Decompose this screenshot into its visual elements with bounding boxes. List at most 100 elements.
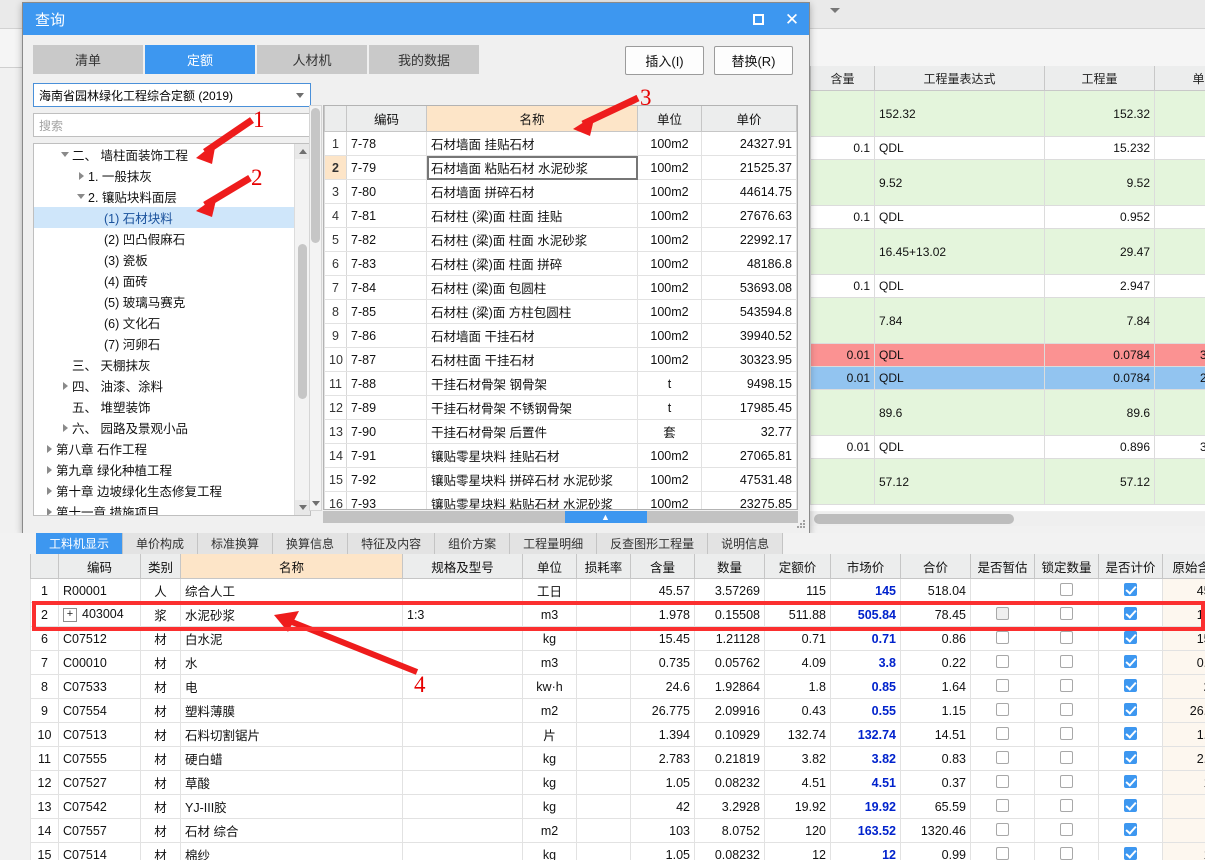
resource-loss-rate[interactable] — [576, 794, 631, 819]
bg-qty-expression[interactable]: 7.84 — [874, 297, 1045, 344]
quota-code[interactable]: 7-80 — [346, 179, 427, 204]
resource-original-content[interactable]: 26.775 — [1162, 698, 1205, 723]
bg-unit-price[interactable]: 8478.69 — [1154, 274, 1205, 298]
bg-quantity[interactable]: 15.232 — [1044, 136, 1155, 160]
quota-price[interactable]: 48186.8 — [701, 251, 797, 276]
resource-row[interactable]: 9 C07554 材塑料薄膜 m2 26.775 2.09916 0.43 0.55 1.15 2… — [30, 698, 1205, 723]
resource-loss-rate[interactable] — [576, 722, 631, 747]
resource-spec[interactable] — [402, 842, 523, 860]
quota-price[interactable]: 24327.91 — [701, 131, 797, 156]
resource-quantity[interactable]: 1.21128 — [694, 626, 765, 651]
resource-quantity[interactable]: 8.0752 — [694, 818, 765, 843]
lock-quantity-checkbox[interactable] — [1034, 746, 1099, 771]
tree-node-9[interactable]: (7) 河卵石 — [34, 333, 294, 354]
quota-row[interactable]: 3 7-80 石材墙面 拼碎石材 100m2 44614.75 — [324, 179, 797, 204]
bg-quantity[interactable]: 0.952 — [1044, 205, 1155, 229]
is-priced-checkbox[interactable] — [1098, 578, 1163, 603]
resource-spec[interactable] — [402, 746, 523, 771]
quota-row[interactable]: 6 7-83 石材柱 (梁)面 柱面 拼碎 100m2 48186.8 — [324, 251, 797, 276]
checkbox-checked-icon[interactable] — [1124, 846, 1137, 860]
quota-row[interactable]: 4 7-81 石材柱 (梁)面 柱面 挂贴 100m2 27676.63 — [324, 203, 797, 228]
resource-quota-price[interactable]: 1.8 — [764, 674, 831, 699]
tree-node-3[interactable]: (1) 石材块料 — [34, 207, 294, 228]
checkbox-icon[interactable] — [1060, 846, 1073, 860]
checkbox-checked-icon[interactable] — [1124, 774, 1137, 788]
bg-qty-expression[interactable]: 9.52 — [874, 159, 1045, 206]
is-priced-checkbox[interactable] — [1098, 674, 1163, 699]
res-col-9[interactable]: 定额价 — [764, 554, 831, 579]
resource-unit[interactable]: kg — [522, 770, 577, 795]
lock-quantity-checkbox[interactable] — [1034, 818, 1099, 843]
resource-original-content[interactable]: 1.05 — [1162, 770, 1205, 795]
provisional-checkbox[interactable] — [970, 722, 1035, 747]
bg-quantity[interactable]: 2.947 — [1044, 274, 1155, 298]
bg-unit-price[interactable] — [1154, 159, 1205, 206]
resource-unit[interactable]: m3 — [522, 650, 577, 675]
lock-quantity-checkbox[interactable] — [1034, 674, 1099, 699]
tree-node-2[interactable]: 2. 镶贴块料面层 — [34, 186, 294, 207]
checkbox-icon[interactable] — [996, 798, 1009, 812]
bg-content-qty[interactable]: 0.1 — [810, 136, 875, 160]
scroll-up-icon[interactable] — [295, 144, 310, 159]
row-index[interactable]: 11 — [324, 371, 347, 396]
res-col-13[interactable]: 锁定数量 — [1034, 554, 1099, 579]
quota-code[interactable]: 7-83 — [346, 251, 427, 276]
resource-original-content[interactable]: 1.978 — [1162, 602, 1205, 627]
dialog-tab-0[interactable]: 清单 — [33, 45, 143, 74]
bg-content-qty[interactable] — [810, 389, 875, 436]
scroll-down-icon[interactable] — [295, 500, 310, 515]
resource-total-price[interactable]: 65.59 — [900, 794, 971, 819]
resource-quota-price[interactable]: 12 — [764, 842, 831, 860]
resource-code[interactable]: C07557 — [58, 818, 141, 843]
bg-row[interactable]: 9.52 9.52 — [810, 159, 1205, 206]
quota-price[interactable]: 30323.95 — [701, 347, 797, 372]
resource-spec[interactable] — [402, 674, 523, 699]
checkbox-icon[interactable] — [1060, 702, 1073, 716]
checkbox-checked-icon[interactable] — [1124, 750, 1137, 764]
resource-market-price[interactable]: 3.82 — [830, 746, 901, 771]
provisional-checkbox[interactable] — [970, 794, 1035, 819]
checkbox-icon[interactable] — [996, 678, 1009, 692]
resource-row[interactable]: 11C07555材硬白蜡kg2.7830.218193.823.820.832.… — [30, 746, 1205, 771]
quota-unit[interactable]: 100m2 — [637, 443, 702, 468]
bottom-tab-0[interactable]: 工料机显示 — [36, 533, 124, 554]
standard-library-select[interactable]: 海南省园林绿化工程综合定额 (2019) — [33, 83, 311, 107]
bg-row[interactable]: 89.6 89.6 — [810, 389, 1205, 436]
dialog-resize-grip[interactable] — [796, 520, 806, 530]
resource-name[interactable]: 草酸 — [180, 770, 403, 795]
res-col-3[interactable]: 名称 — [180, 554, 403, 579]
lock-quantity-checkbox[interactable] — [1034, 626, 1099, 651]
quota-unit[interactable]: 100m2 — [637, 275, 702, 300]
quota-price[interactable]: 543594.8 — [701, 299, 797, 324]
tree-node-10[interactable]: 三、 天棚抹灰 — [34, 354, 294, 375]
res-col-11[interactable]: 合价 — [900, 554, 971, 579]
resource-category[interactable]: 材 — [140, 626, 181, 651]
quota-col-0[interactable] — [324, 106, 347, 132]
resource-category[interactable]: 浆 — [140, 602, 181, 627]
checkbox-icon[interactable] — [1060, 582, 1073, 596]
quota-row[interactable]: 10 7-87 石材柱面 干挂石材 100m2 30323.95 — [324, 347, 797, 372]
resource-content[interactable]: 45.57 — [630, 578, 695, 603]
res-col-2[interactable]: 类别 — [140, 554, 181, 579]
resource-category[interactable]: 材 — [140, 770, 181, 795]
resource-quota-price[interactable]: 4.51 — [764, 770, 831, 795]
resource-original-content[interactable]: 1.394 — [1162, 722, 1205, 747]
resource-name[interactable]: 综合人工 — [180, 578, 403, 603]
dialog-tab-3[interactable]: 我的数据 — [369, 45, 479, 74]
quota-code[interactable]: 7-93 — [346, 491, 427, 509]
provisional-checkbox[interactable] — [970, 842, 1035, 860]
resource-content[interactable]: 2.783 — [630, 746, 695, 771]
bg-col-0[interactable]: 含量 — [810, 66, 875, 91]
resource-name[interactable]: 石材 综合 — [180, 818, 403, 843]
resource-code[interactable]: C07512 — [58, 626, 141, 651]
resource-name[interactable]: 水 — [180, 650, 403, 675]
resource-unit[interactable]: kw·h — [522, 674, 577, 699]
bg-row[interactable]: 0.1QDL2.9478478.6924 — [810, 274, 1205, 298]
resource-quantity[interactable]: 0.05762 — [694, 650, 765, 675]
bg-quantity[interactable]: 0.0784 — [1044, 343, 1155, 367]
resource-code[interactable]: +403004 — [58, 602, 141, 627]
quota-col-1[interactable]: 编码 — [346, 106, 427, 132]
resource-quota-price[interactable]: 511.88 — [764, 602, 831, 627]
quota-row[interactable]: 12 7-89 干挂石材骨架 不锈钢骨架 t 17985.45 — [324, 395, 797, 420]
row-index[interactable]: 12 — [324, 395, 347, 420]
